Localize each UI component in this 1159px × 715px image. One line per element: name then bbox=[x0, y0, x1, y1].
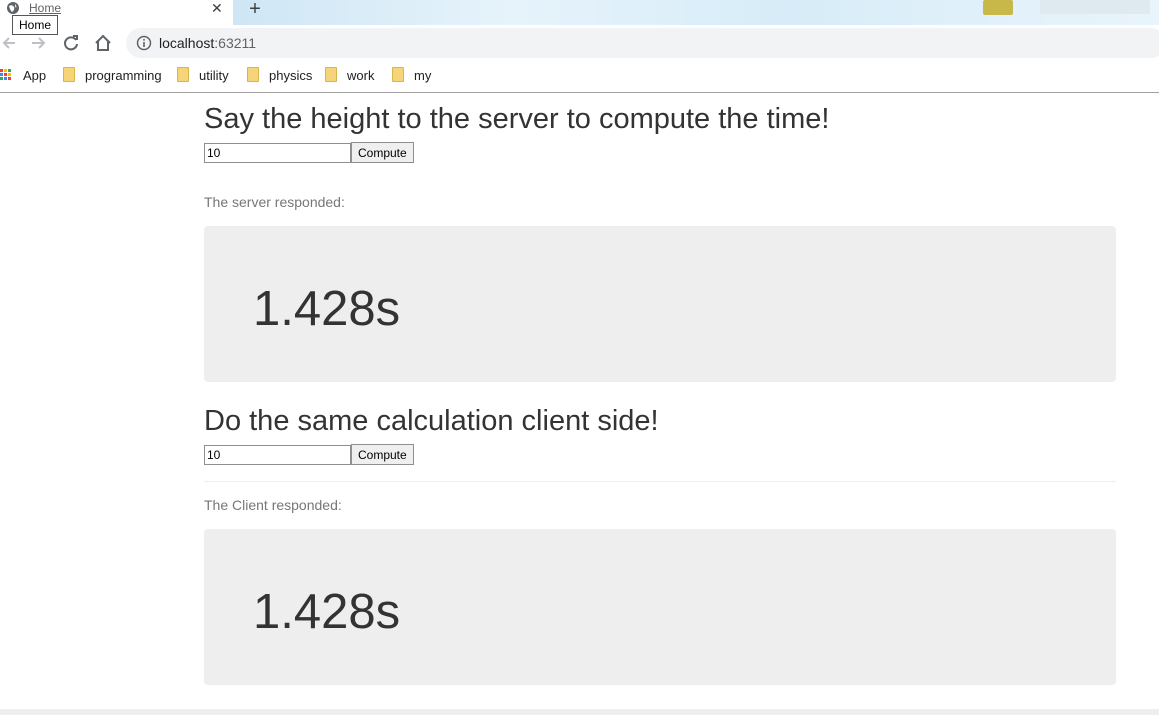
folder-icon bbox=[325, 67, 337, 82]
globe-icon bbox=[7, 2, 19, 14]
folder-icon bbox=[63, 67, 75, 82]
folder-icon bbox=[177, 67, 189, 82]
tab-tooltip: Home bbox=[12, 15, 59, 35]
home-icon[interactable] bbox=[92, 32, 114, 54]
address-host: localhost bbox=[159, 35, 215, 51]
folder-icon bbox=[392, 67, 404, 82]
client-response-label: The Client responded: bbox=[204, 497, 342, 513]
server-heading: Say the height to the server to compute … bbox=[204, 103, 830, 135]
profile-area[interactable] bbox=[1040, 0, 1150, 14]
bookmark-label: programming bbox=[85, 68, 162, 83]
bookmark-my[interactable]: my bbox=[392, 67, 437, 85]
address-bar[interactable]: localhost:63211 bbox=[126, 28, 1159, 58]
client-result-panel: 1.428s bbox=[204, 529, 1116, 685]
folder-icon bbox=[247, 67, 259, 82]
bookmark-label: utility bbox=[199, 68, 229, 83]
forward-arrow-icon[interactable] bbox=[28, 32, 50, 54]
bookmark-label: physics bbox=[269, 68, 313, 83]
bookmark-work[interactable]: work bbox=[325, 67, 380, 85]
bookmark-app[interactable]: App bbox=[0, 67, 50, 85]
plus-icon[interactable]: + bbox=[243, 0, 267, 20]
client-result-value: 1.428s bbox=[253, 585, 401, 639]
bookmark-label: App bbox=[23, 68, 47, 83]
tab-strip: Home ✕ + Home bbox=[0, 0, 1159, 35]
bookmark-label: my bbox=[414, 68, 432, 83]
close-icon[interactable]: ✕ bbox=[211, 0, 223, 16]
client-heading: Do the same calculation client side! bbox=[204, 405, 659, 437]
tab-strip-background bbox=[233, 0, 1159, 25]
server-response-label: The server responded: bbox=[204, 194, 345, 210]
page-viewport: Say the height to the server to compute … bbox=[0, 94, 1159, 715]
page-footer-strip bbox=[0, 709, 1159, 715]
client-height-input[interactable] bbox=[204, 445, 351, 465]
apps-grid-icon bbox=[0, 69, 12, 81]
tab-title: Home bbox=[29, 1, 62, 15]
address-url: localhost:63211 bbox=[159, 35, 256, 51]
server-height-input[interactable] bbox=[204, 143, 351, 163]
address-port: :63211 bbox=[214, 35, 257, 51]
bookmark-physics[interactable]: physics bbox=[247, 67, 313, 85]
bookmark-utility[interactable]: utility bbox=[177, 67, 237, 85]
info-icon[interactable] bbox=[136, 35, 152, 51]
server-result-value: 1.428s bbox=[253, 282, 401, 336]
client-compute-button[interactable]: Compute bbox=[351, 444, 414, 465]
bookmark-programming[interactable]: programming bbox=[63, 67, 163, 85]
extension-icon[interactable] bbox=[983, 0, 1013, 15]
browser-toolbar: localhost:63211 bbox=[0, 25, 1159, 61]
server-compute-button[interactable]: Compute bbox=[351, 142, 414, 163]
bookmarks-bar: App programming utility physics work my bbox=[0, 61, 1159, 93]
divider bbox=[204, 481, 1116, 482]
reload-icon[interactable] bbox=[60, 32, 82, 54]
server-result-panel: 1.428s bbox=[204, 226, 1116, 382]
back-arrow-icon[interactable] bbox=[0, 32, 22, 54]
bookmark-label: work bbox=[347, 68, 375, 83]
